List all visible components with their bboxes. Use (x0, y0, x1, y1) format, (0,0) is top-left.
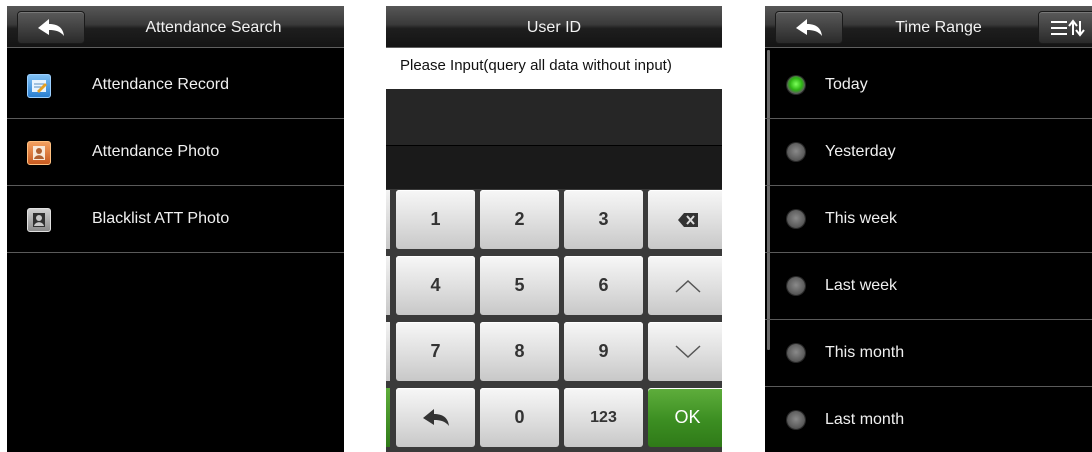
option-last-month[interactable]: Last month (765, 387, 1092, 452)
radio-icon (787, 344, 805, 362)
radio-icon (787, 411, 805, 429)
page-title: Attendance Search (145, 19, 282, 36)
radio-selected-icon (787, 76, 805, 94)
option-label: Yesterday (825, 143, 896, 160)
key-9[interactable]: 9 (564, 322, 643, 381)
input-area-band (386, 89, 722, 145)
key-1[interactable]: 1 (396, 190, 475, 249)
back-button[interactable] (396, 388, 475, 447)
option-label: Last month (825, 411, 905, 428)
scroll-down-button[interactable] (648, 322, 722, 381)
menu-item-attendance-photo[interactable]: Attendance Photo (7, 119, 344, 186)
option-label: This week (825, 210, 898, 227)
backspace-icon (677, 212, 698, 227)
page-title: Time Range (895, 19, 982, 36)
keypad-edge (386, 322, 390, 381)
header: User ID (386, 6, 722, 48)
chevron-down-icon (674, 344, 701, 358)
key-8[interactable]: 8 (480, 322, 559, 381)
sort-button[interactable] (1038, 11, 1092, 44)
sort-icon (1051, 18, 1085, 37)
back-arrow-icon (38, 18, 64, 36)
header: Attendance Search (7, 6, 344, 48)
keypad-edge (386, 388, 390, 447)
key-7[interactable]: 7 (396, 322, 475, 381)
menu-item-attendance-record[interactable]: Attendance Record (7, 52, 344, 119)
option-label: This month (825, 344, 905, 361)
attendance-record-icon (27, 74, 51, 98)
key-4[interactable]: 4 (396, 256, 475, 315)
key-3[interactable]: 3 (564, 190, 643, 249)
user-id-screen: User ID Please Input(query all data with… (386, 6, 722, 452)
key-5[interactable]: 5 (480, 256, 559, 315)
backspace-button[interactable] (648, 190, 722, 249)
input-mode-button[interactable]: 123 (564, 388, 643, 447)
time-range-screen: Time Range Today Yesterday This week Las… (765, 6, 1092, 452)
back-button[interactable] (17, 11, 85, 44)
option-label: Last week (825, 277, 898, 294)
key-0[interactable]: 0 (480, 388, 559, 447)
blacklist-photo-icon (27, 208, 51, 232)
keypad-edge (386, 190, 390, 249)
attendance-photo-icon (27, 141, 51, 165)
option-label: Today (825, 76, 868, 93)
header: Time Range (765, 6, 1092, 48)
back-arrow-icon (796, 18, 822, 36)
radio-icon (787, 210, 805, 228)
radio-icon (787, 143, 805, 161)
option-this-week[interactable]: This week (765, 186, 1092, 253)
back-arrow-icon (422, 408, 449, 426)
scroll-up-button[interactable] (648, 256, 722, 315)
radio-icon (787, 277, 805, 295)
ok-button[interactable]: OK (648, 388, 722, 447)
option-last-week[interactable]: Last week (765, 253, 1092, 320)
option-this-month[interactable]: This month (765, 320, 1092, 387)
key-6[interactable]: 6 (564, 256, 643, 315)
menu-item-label: Attendance Record (92, 76, 229, 93)
keypad-edge (386, 256, 390, 315)
menu-item-blacklist-att-photo[interactable]: Blacklist ATT Photo (7, 186, 344, 253)
chevron-up-icon (674, 279, 701, 293)
key-2[interactable]: 2 (480, 190, 559, 249)
attendance-search-screen: Attendance Search Attendance Record Atte… (7, 6, 344, 452)
option-today[interactable]: Today (765, 52, 1092, 119)
page-title: User ID (526, 19, 582, 36)
menu-item-label: Blacklist ATT Photo (92, 210, 230, 227)
menu-item-label: Attendance Photo (92, 143, 220, 160)
back-button[interactable] (775, 11, 843, 44)
user-id-input[interactable]: Please Input(query all data without inpu… (386, 48, 722, 89)
input-area-band (386, 146, 722, 189)
option-yesterday[interactable]: Yesterday (765, 119, 1092, 186)
